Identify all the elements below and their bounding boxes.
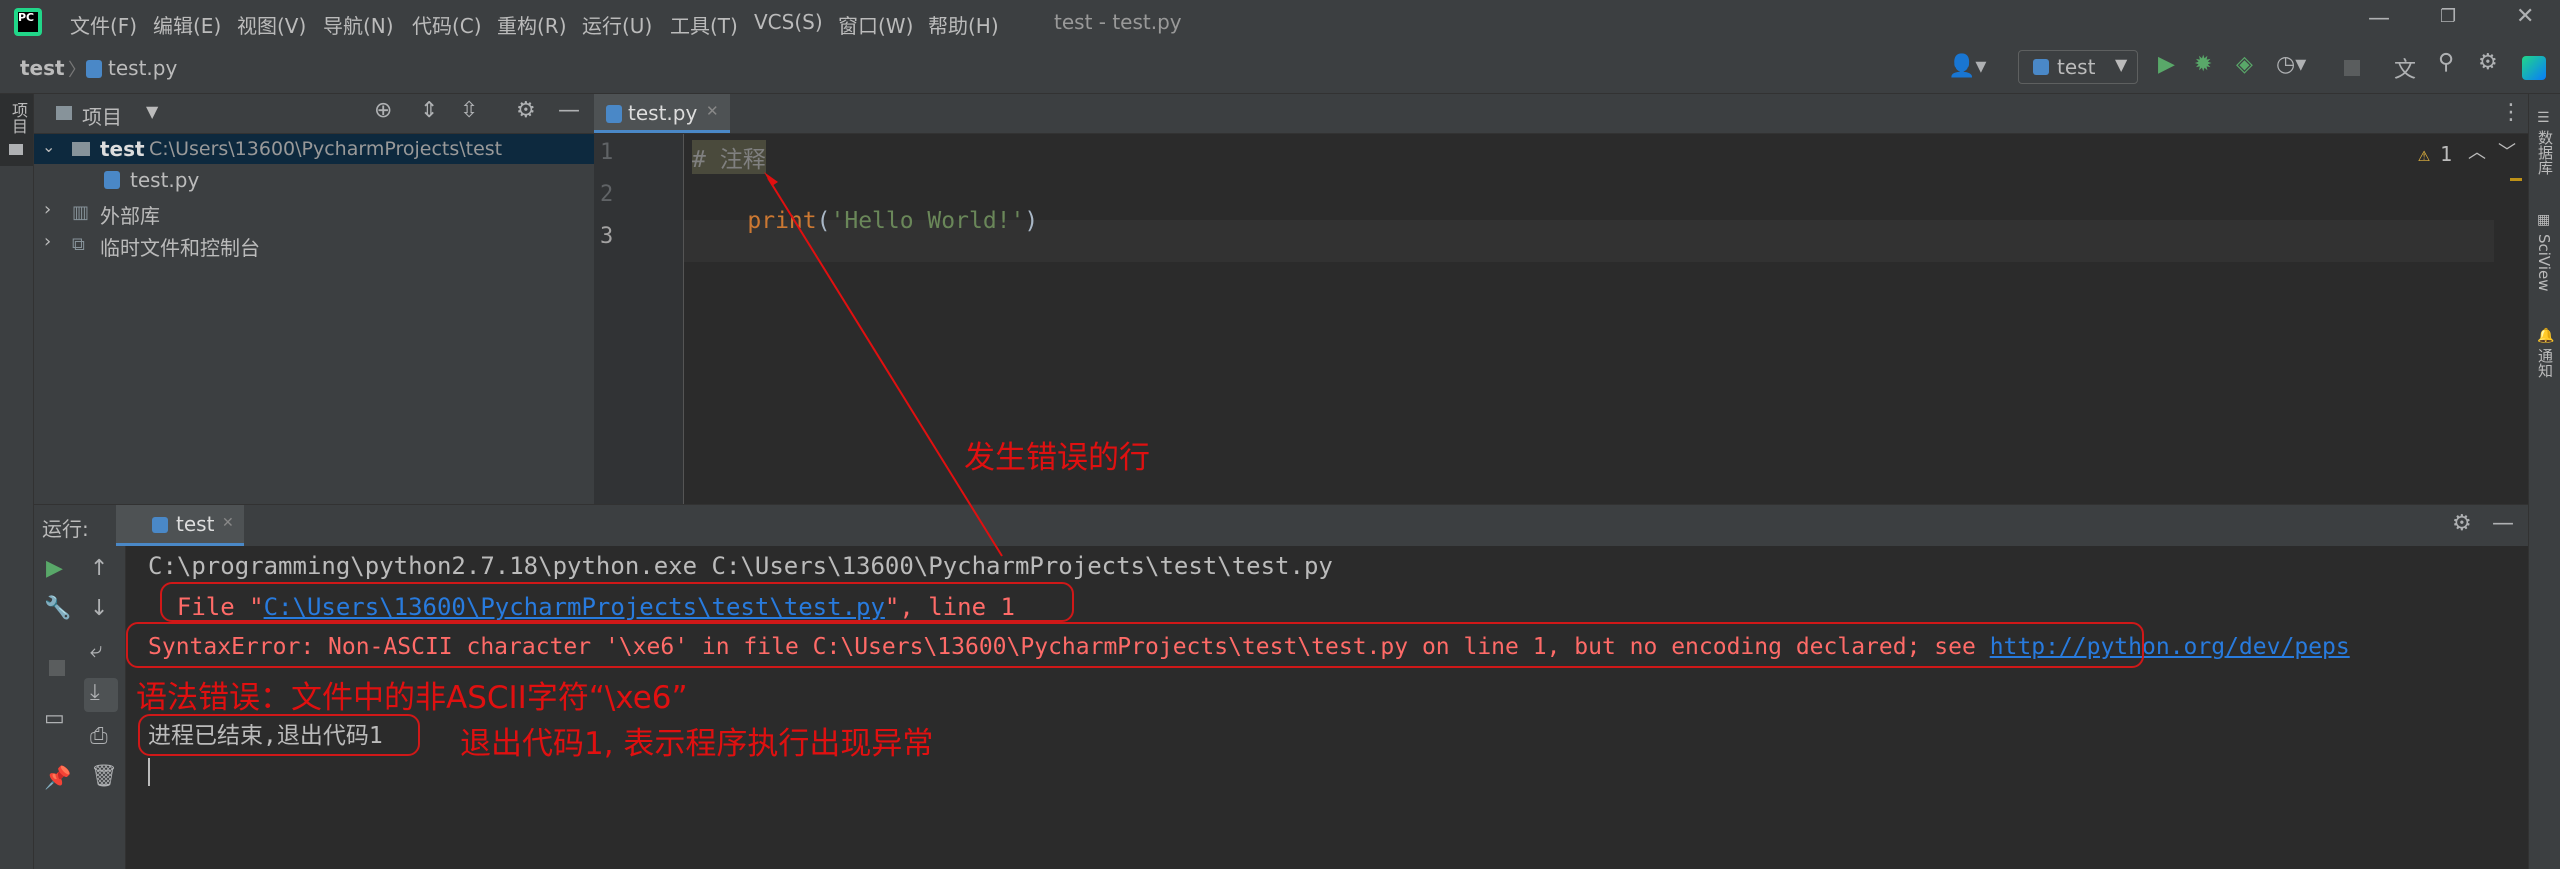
annotation-arrow	[764, 172, 1003, 557]
